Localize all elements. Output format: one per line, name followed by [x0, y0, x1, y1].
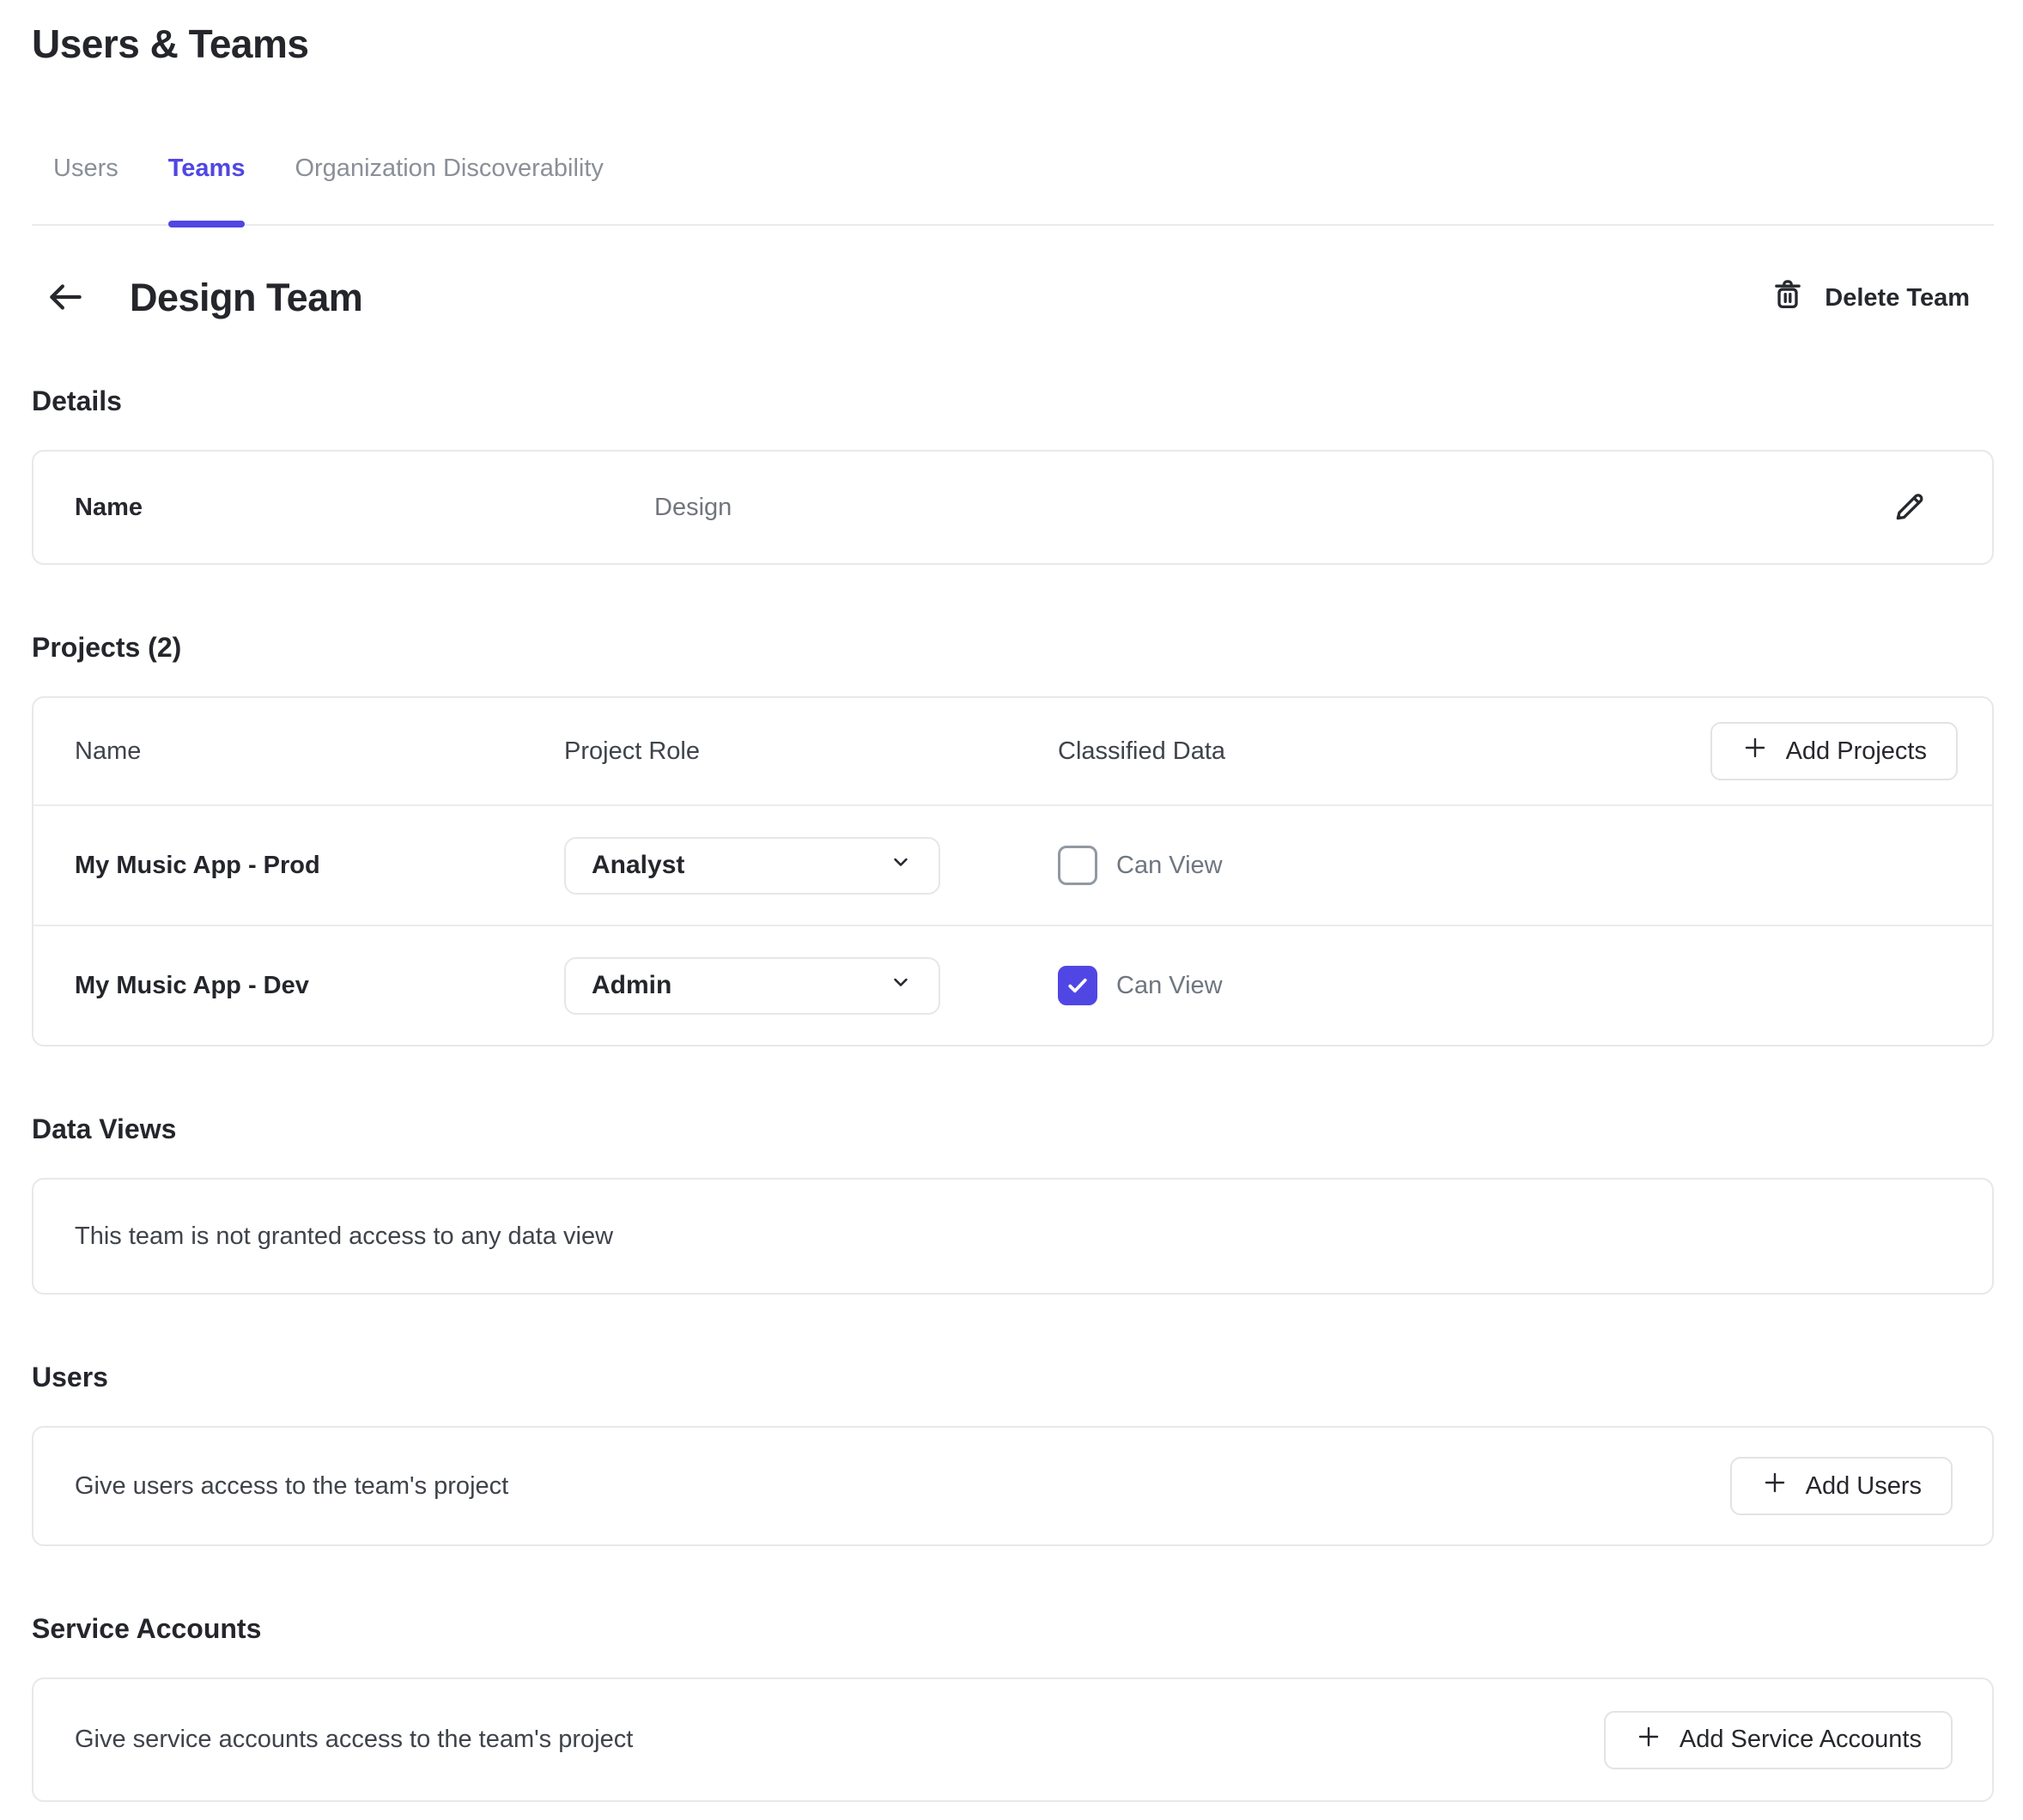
project-role-value: Analyst [592, 851, 684, 880]
delete-team-label: Delete Team [1825, 284, 1970, 312]
team-name-value: Design [654, 494, 1889, 522]
add-projects-label: Add Projects [1786, 737, 1927, 766]
tab-organization-discoverability[interactable]: Organization Discoverability [295, 155, 603, 224]
service-accounts-heading: Service Accounts [32, 1613, 1994, 1645]
add-users-button[interactable]: Add Users [1730, 1457, 1953, 1515]
back-button[interactable] [42, 275, 88, 321]
add-service-accounts-label: Add Service Accounts [1680, 1726, 1922, 1754]
can-view-checkbox[interactable] [1058, 846, 1097, 885]
data-views-empty-text: This team is not granted access to any d… [75, 1222, 1953, 1251]
tab-teams[interactable]: Teams [168, 155, 246, 224]
can-view-label: Can View [1116, 852, 1223, 880]
checkmark-icon [1065, 973, 1090, 998]
data-views-heading: Data Views [32, 1113, 1994, 1145]
project-role-select[interactable]: Admin [564, 957, 940, 1015]
plus-icon [1635, 1723, 1662, 1757]
add-service-accounts-button[interactable]: Add Service Accounts [1604, 1711, 1953, 1769]
tab-bar: Users Teams Organization Discoverability [32, 155, 1994, 226]
column-classified-data: Classified Data [1058, 737, 1710, 766]
column-project-role: Project Role [564, 737, 1058, 766]
project-name: My Music App - Prod [75, 852, 564, 880]
project-role-select[interactable]: Analyst [564, 837, 940, 895]
data-views-card: This team is not granted access to any d… [32, 1178, 1994, 1295]
delete-team-button[interactable]: Delete Team [1770, 276, 1970, 319]
can-view-checkbox[interactable] [1058, 966, 1097, 1005]
back-arrow-icon [44, 276, 87, 321]
chevron-down-icon [889, 970, 913, 1001]
projects-table-header: Name Project Role Classified Data Add Pr… [33, 698, 1992, 804]
project-role-value: Admin [592, 971, 671, 1000]
classified-data-cell: Can View [1058, 846, 1958, 885]
project-name: My Music App - Dev [75, 972, 564, 1000]
add-users-label: Add Users [1806, 1472, 1922, 1501]
tab-users[interactable]: Users [53, 155, 118, 224]
service-accounts-empty-text: Give service accounts access to the team… [75, 1726, 1604, 1754]
users-empty-text: Give users access to the team's project [75, 1472, 1730, 1501]
details-heading: Details [32, 385, 1994, 417]
add-projects-button[interactable]: Add Projects [1710, 722, 1958, 780]
users-heading: Users [32, 1362, 1994, 1393]
project-row: My Music App - Dev Admin [33, 925, 1992, 1045]
pencil-icon [1892, 488, 1928, 527]
users-teams-page: Users & Teams Users Teams Organization D… [0, 0, 2023, 1802]
can-view-label: Can View [1116, 972, 1223, 1000]
page-title: Users & Teams [32, 0, 1994, 67]
edit-name-button[interactable] [1889, 487, 1930, 528]
details-card: Name Design [32, 450, 1994, 565]
plus-icon [1741, 734, 1769, 768]
team-header: Design Team Delete Team [32, 264, 1994, 332]
chevron-down-icon [889, 850, 913, 881]
trash-icon [1770, 276, 1806, 319]
users-card: Give users access to the team's project … [32, 1426, 1994, 1546]
column-name: Name [75, 737, 564, 766]
name-label: Name [75, 494, 654, 522]
project-row: My Music App - Prod Analyst [33, 804, 1992, 925]
team-title: Design Team [130, 276, 362, 320]
classified-data-cell: Can View [1058, 966, 1958, 1005]
details-name-row: Name Design [33, 452, 1992, 563]
projects-table: Name Project Role Classified Data Add Pr… [32, 696, 1994, 1046]
projects-heading: Projects (2) [32, 632, 1994, 664]
plus-icon [1761, 1469, 1789, 1503]
service-accounts-card: Give service accounts access to the team… [32, 1677, 1994, 1802]
